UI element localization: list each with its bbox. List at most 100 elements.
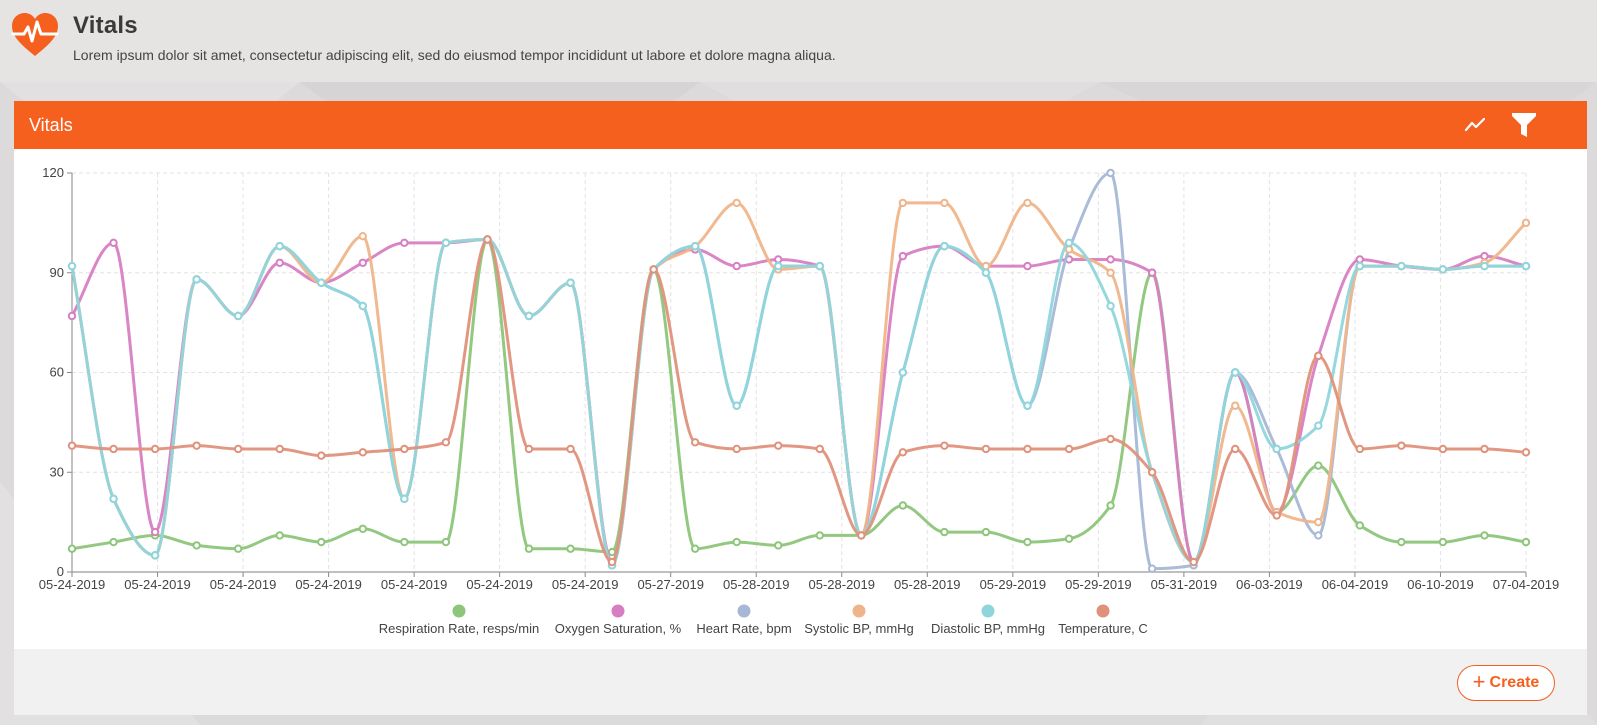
legend-label: Respiration Rate, resps/min [379,621,539,636]
data-point [317,537,326,547]
data-point [774,261,783,271]
create-button[interactable]: + Create [1457,665,1555,701]
data-point [1106,501,1115,510]
data-point [1521,261,1531,271]
data-point [1272,511,1281,520]
data-point [317,278,326,287]
data-point [67,311,77,321]
data-point [607,547,617,557]
data-point [1521,218,1531,228]
data-point [1397,537,1406,547]
data-point [358,448,367,457]
data-point [109,494,118,504]
data-point [649,265,658,274]
app-header: Vitals Lorem ipsum dolor sit amet, conse… [0,0,1597,82]
data-point [1314,461,1323,470]
legend-marker [1096,604,1110,618]
data-point [1189,557,1198,567]
data-point [1272,444,1281,454]
data-point [400,444,409,454]
data-point [358,231,367,241]
data-point [358,301,367,311]
data-point [857,531,866,540]
data-point [690,241,700,251]
data-point [524,444,534,454]
data-point [1480,444,1489,454]
data-point [1314,351,1323,361]
data-point [815,261,824,271]
x-tick-label: 05-28-2019 [894,577,961,592]
data-point [1231,401,1240,410]
x-tick-label: 05-29-2019 [980,577,1047,592]
data-point [233,444,243,454]
data-point [1521,448,1531,457]
legend-label: Systolic BP, mmHg [804,621,914,636]
chart-svg: 030609012005-24-2019 05-24-2019 05-24-2019… [39,165,1560,636]
data-point [67,544,77,553]
data-point [1355,444,1365,454]
data-point [732,198,741,208]
y-tick-label: 90 [50,265,64,280]
data-point [1147,268,1157,277]
data-point [898,251,908,261]
create-button-label: Create [1489,674,1540,691]
data-point [1480,251,1489,261]
data-point [109,537,118,547]
data-point [67,261,77,271]
data-point [774,541,783,550]
data-point [524,311,534,321]
heart-pulse-icon [10,12,60,58]
x-tick-label: 05-27-2019 [637,577,704,592]
data-point [192,541,201,550]
data-point [524,544,534,553]
data-point [275,258,284,267]
vitals-chart: 0 30 60 90 120 05-24-2019 05-24-2019 05-24-2019… [14,149,1587,649]
data-point [109,444,118,454]
y-tick-label: 120 [42,165,64,180]
data-point [1064,238,1074,248]
data-point [483,235,492,244]
series-line [70,171,1526,571]
panel-title: Vitals [29,115,73,135]
x-tick-label: 05-24-2019 [124,577,191,592]
data-point [732,401,741,410]
x-tick-label: 05-24-2019 [552,577,619,592]
data-point [358,524,367,533]
legend-label: Heart Rate, bpm [696,621,791,636]
data-point [1106,168,1115,178]
x-tick-label: 05-24-2019 [39,577,106,592]
series-line [70,238,1527,564]
data-point [566,278,575,287]
line-chart-icon[interactable] [1459,109,1491,141]
data-point [981,527,991,537]
data-point [898,198,908,208]
data-point [1480,531,1489,540]
data-point [1355,261,1365,271]
data-point [1023,537,1032,547]
x-tick-label: 05-24-2019 [466,577,533,592]
data-point [1438,444,1448,454]
x-tick-label: 07-04-2019 [1493,577,1560,592]
data-point [1480,261,1489,271]
data-point [607,557,617,567]
panel-footer: + Create [14,649,1587,715]
data-point [690,544,700,553]
page-subtitle: Lorem ipsum dolor sit amet, consectetur … [73,47,836,63]
data-point [940,241,949,251]
data-point [400,238,409,248]
filter-icon[interactable] [1508,109,1540,141]
data-point [358,258,367,267]
data-point [1438,537,1448,547]
data-point [815,444,824,454]
data-point [566,544,575,553]
data-point [1147,564,1157,573]
data-point [1314,531,1323,540]
data-point [317,451,326,460]
data-point [150,527,160,537]
data-point [1314,421,1323,430]
data-point [1023,261,1032,271]
data-point [150,551,160,560]
data-point [981,444,991,454]
data-point [67,441,77,450]
x-tick-label: 06-04-2019 [1322,577,1389,592]
